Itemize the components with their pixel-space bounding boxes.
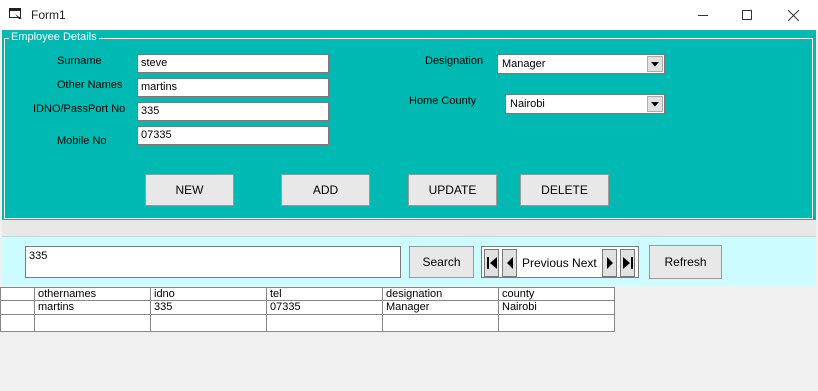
nav-label: Previous Next <box>522 256 597 270</box>
column-header[interactable]: designation <box>383 287 499 301</box>
designation-value: Manager <box>502 58 546 70</box>
row-header[interactable] <box>0 315 35 332</box>
home-county-label: Home County <box>409 95 477 107</box>
table-cell[interactable] <box>267 315 383 332</box>
table-cell[interactable]: Manager <box>383 301 499 315</box>
maximize-button[interactable] <box>724 0 770 30</box>
refresh-button[interactable]: Refresh <box>649 245 722 279</box>
column-header[interactable]: idno <box>151 287 267 301</box>
other-names-field[interactable]: martins <box>137 78 329 97</box>
dropdown-arrow-icon[interactable] <box>647 56 663 72</box>
other-names-label: Other Names <box>57 79 123 91</box>
close-button[interactable] <box>770 0 816 30</box>
new-button[interactable]: NEW <box>145 174 234 206</box>
dropdown-arrow-icon[interactable] <box>647 96 663 112</box>
last-record-button[interactable] <box>620 249 635 277</box>
table-cell[interactable] <box>499 315 615 332</box>
minimize-icon <box>698 15 708 16</box>
designation-label: Designation <box>425 55 484 67</box>
table-cell[interactable] <box>151 315 267 332</box>
home-county-value: Nairobi <box>510 98 545 110</box>
idno-field[interactable]: 335 <box>137 102 329 121</box>
next-record-button[interactable] <box>602 249 617 277</box>
home-county-select[interactable]: Nairobi <box>505 94 665 114</box>
delete-button[interactable]: DELETE <box>520 174 609 206</box>
previous-record-button[interactable] <box>502 249 517 277</box>
previous-icon <box>506 257 513 269</box>
column-header[interactable]: othernames <box>35 287 151 301</box>
next-icon <box>606 257 613 269</box>
search-button[interactable]: Search <box>409 246 474 278</box>
last-icon <box>622 257 633 269</box>
window-title: Form1 <box>31 8 66 22</box>
table-cell[interactable]: 335 <box>151 301 267 315</box>
surname-label: Surname <box>57 55 102 67</box>
table-cell[interactable]: Nairobi <box>499 301 615 315</box>
add-button[interactable]: ADD <box>281 174 370 206</box>
row-header-corner <box>0 287 35 301</box>
table-cell[interactable]: martins <box>35 301 151 315</box>
table-cell[interactable] <box>383 315 499 332</box>
row-header[interactable] <box>0 301 35 315</box>
column-header[interactable]: tel <box>267 287 383 301</box>
surname-field[interactable]: steve <box>137 54 329 73</box>
mobile-label: Mobile No <box>57 135 107 147</box>
title-bar: Form1 <box>0 0 818 30</box>
minimize-button[interactable] <box>680 0 726 30</box>
maximize-icon <box>742 10 752 20</box>
close-icon <box>787 9 799 21</box>
update-button[interactable]: UPDATE <box>408 174 497 206</box>
app-icon <box>9 8 23 20</box>
table-cell[interactable] <box>35 315 151 332</box>
column-header[interactable]: county <box>499 287 615 301</box>
search-input[interactable]: 335 <box>25 246 401 278</box>
idno-label: IDNO/PassPort No <box>33 103 126 115</box>
first-record-button[interactable] <box>484 249 499 277</box>
first-icon <box>486 257 497 269</box>
table-cell[interactable]: 07335 <box>267 301 383 315</box>
frame-caption: Employee Details <box>9 31 99 43</box>
designation-select[interactable]: Manager <box>497 54 665 74</box>
separator-band <box>2 220 816 236</box>
mobile-field[interactable]: 07335 <box>137 126 329 145</box>
